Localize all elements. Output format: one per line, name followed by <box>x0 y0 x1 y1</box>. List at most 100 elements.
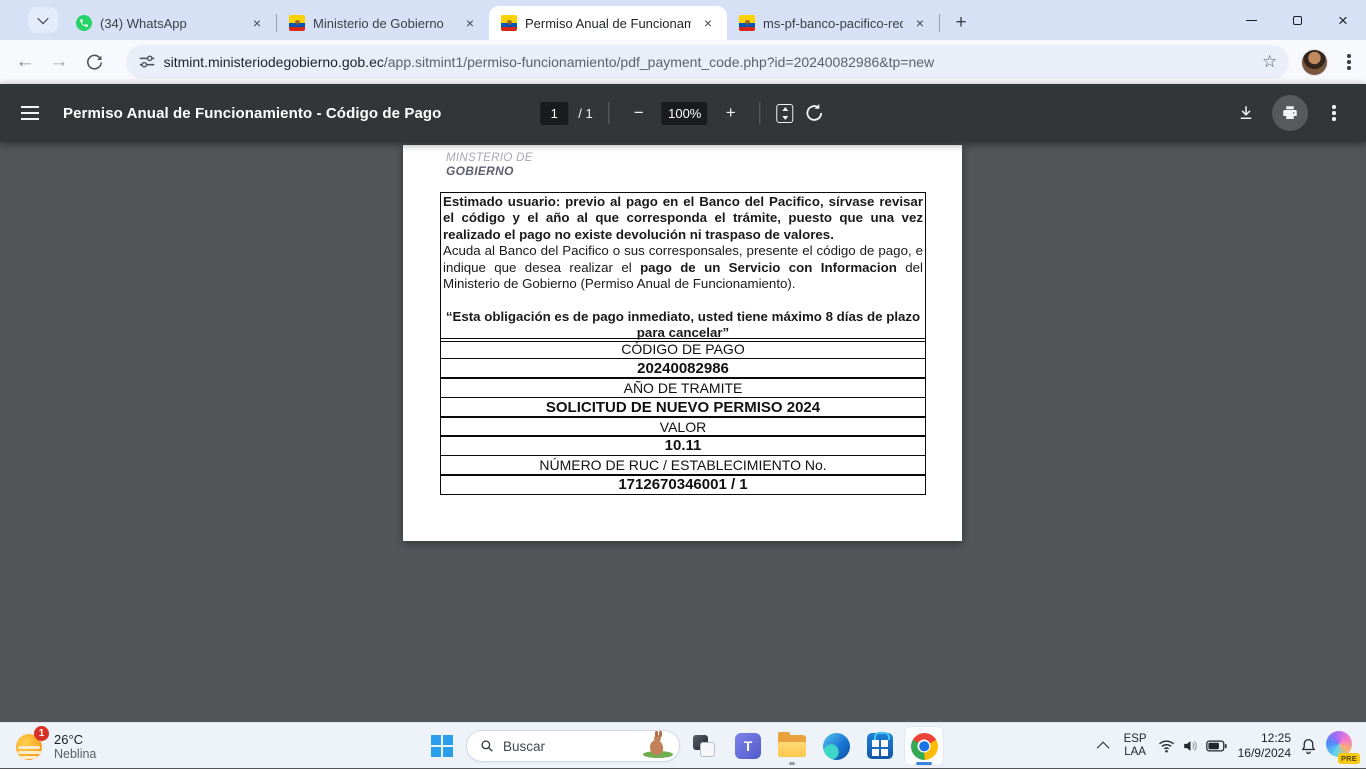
tray-date: 16/9/2024 <box>1238 746 1291 761</box>
profile-avatar[interactable] <box>1301 49 1328 76</box>
table-row-value: 1712670346001 / 1 <box>440 474 926 495</box>
url-path: /app.sitmint1/permiso-funcionamiento/pdf… <box>384 54 934 70</box>
close-window-button[interactable]: × <box>1320 0 1366 40</box>
tab-title: Permiso Anual de Funcionamie <box>525 16 691 31</box>
table-row-value: 10.11 <box>440 435 926 456</box>
browser-menu-button[interactable] <box>1332 45 1366 79</box>
address-bar[interactable]: sitmint.ministeriodegobierno.gob.ec/app.… <box>126 45 1290 79</box>
file-explorer-button[interactable] <box>772 726 812 766</box>
tabs-container: (34) WhatsApp × Ministerio de Gobierno ×… <box>64 6 976 40</box>
zoom-out-button[interactable]: − <box>626 100 652 126</box>
notice-bold-paragraph: Estimado usuario: previo al pago en el B… <box>443 194 923 243</box>
back-button[interactable]: ← <box>8 45 42 79</box>
task-view-button[interactable] <box>684 726 724 766</box>
search-placeholder: Buscar <box>503 739 632 754</box>
ecuador-flag-icon <box>739 15 755 31</box>
volume-icon <box>1182 739 1199 753</box>
taskbar-search-box[interactable]: Buscar <box>466 730 680 762</box>
close-icon: × <box>1338 12 1348 29</box>
fit-to-page-button[interactable] <box>777 104 794 123</box>
tab-title: Ministerio de Gobierno <box>313 16 453 31</box>
notifications-bell-icon[interactable] <box>1300 737 1317 755</box>
pdf-page-controls: 1 / 1 − 100% + <box>540 84 825 142</box>
pdf-viewer-area[interactable]: MINSTERIO DE GOBIERNO Estimado usuario: … <box>0 142 1366 722</box>
tab-ministerio[interactable]: Ministerio de Gobierno × <box>277 6 489 40</box>
rotate-button[interactable] <box>804 102 826 124</box>
restore-button[interactable] <box>1274 0 1320 40</box>
url-domain: sitmint.ministeriodegobierno.gob.ec <box>164 54 384 70</box>
print-icon <box>1281 104 1299 122</box>
divider <box>760 102 761 124</box>
zoom-level-input[interactable]: 100% <box>662 102 708 125</box>
close-icon[interactable]: × <box>461 14 479 32</box>
teams-icon: T <box>735 733 761 759</box>
weather-widget[interactable]: 1 26°C Neblina <box>8 723 104 769</box>
system-tray: ESP LAA 12:25 16/9/2024 PRE <box>1094 723 1360 769</box>
microsoft-store-button[interactable] <box>860 726 900 766</box>
copilot-pre-badge: PRE <box>1338 753 1360 764</box>
notification-badge: 1 <box>34 726 49 741</box>
tray-overflow-chevron[interactable] <box>1096 741 1109 754</box>
tab-banco-pacifico[interactable]: ms-pf-banco-pacifico-redes-tbl × <box>727 6 939 40</box>
battery-icon <box>1206 740 1227 752</box>
payment-table: CÓDIGO DE PAGO 20240082986 AÑO DE TRAMIT… <box>440 340 926 495</box>
pdf-page: MINSTERIO DE GOBIERNO Estimado usuario: … <box>403 145 962 541</box>
tab-whatsapp[interactable]: (34) WhatsApp × <box>64 6 276 40</box>
windows-taskbar: 1 26°C Neblina Buscar T <box>0 722 1366 768</box>
download-button[interactable] <box>1228 95 1264 131</box>
chrome-icon <box>911 733 938 760</box>
edge-button[interactable] <box>816 726 856 766</box>
reload-button[interactable] <box>78 45 112 79</box>
clock-widget[interactable]: 12:25 16/9/2024 <box>1238 731 1291 761</box>
new-tab-button[interactable]: + <box>946 8 976 38</box>
pdf-document-title: Permiso Anual de Funcionamiento - Código… <box>63 105 441 122</box>
zoom-in-button[interactable]: + <box>718 100 744 126</box>
table-row-label: NÚMERO DE RUC / ESTABLECIMIENTO No. <box>440 455 926 476</box>
tab-search-button[interactable] <box>28 7 58 33</box>
page-number-input[interactable]: 1 <box>540 102 568 125</box>
pdf-menu-button[interactable] <box>21 96 55 130</box>
forward-button[interactable]: → <box>42 45 76 79</box>
deadline-quote-line1: “Esta obligación es de pago inmediato, u… <box>443 309 923 325</box>
spacer <box>443 292 923 308</box>
payment-notice-box: Estimado usuario: previo al pago en el B… <box>440 192 926 342</box>
taskbar-center: Buscar T <box>422 726 944 766</box>
tray-time: 12:25 <box>1238 731 1291 746</box>
pdf-more-options-button[interactable] <box>1316 95 1352 131</box>
table-row-label: AÑO DE TRAMITE <box>440 377 926 398</box>
minimize-icon <box>1246 20 1257 21</box>
folder-icon <box>778 735 806 757</box>
bookmark-star-icon[interactable]: ☆ <box>1262 52 1277 72</box>
ecuador-flag-icon <box>501 15 517 31</box>
ecuador-flag-icon <box>289 15 305 31</box>
table-row-value: 20240082986 <box>440 358 926 379</box>
store-icon <box>867 733 893 759</box>
tab-permiso-active[interactable]: Permiso Anual de Funcionamie × <box>489 6 727 40</box>
tab-separator <box>939 14 940 32</box>
ministerio-logo: MINSTERIO DE GOBIERNO <box>446 152 533 179</box>
running-indicator <box>789 762 795 765</box>
chrome-button[interactable] <box>904 726 944 766</box>
active-app-indicator <box>916 762 932 765</box>
copilot-button[interactable]: PRE <box>1326 731 1356 761</box>
search-highlight-kangaroo-icon <box>641 733 675 759</box>
pdf-toolbar: Permiso Anual de Funcionamiento - Código… <box>0 84 1366 142</box>
download-icon <box>1237 104 1255 122</box>
quick-settings-button[interactable] <box>1156 739 1229 753</box>
pdf-action-buttons <box>1228 84 1352 142</box>
site-settings-icon[interactable] <box>138 53 156 71</box>
print-button[interactable] <box>1272 95 1308 131</box>
close-icon[interactable]: × <box>911 14 929 32</box>
window-controls: × <box>1228 0 1366 40</box>
table-row-label: VALOR <box>440 416 926 437</box>
close-icon[interactable]: × <box>248 14 266 32</box>
language-indicator[interactable]: ESP LAA <box>1124 733 1147 759</box>
teams-button[interactable]: T <box>728 726 768 766</box>
browser-toolbar: ← → sitmint.ministeriodegobierno.gob.ec/… <box>0 40 1366 84</box>
kebab-menu-icon <box>1332 111 1336 115</box>
minimize-button[interactable] <box>1228 0 1274 40</box>
tab-title: (34) WhatsApp <box>100 16 240 31</box>
edge-icon <box>823 733 850 760</box>
close-icon[interactable]: × <box>699 14 717 32</box>
start-button[interactable] <box>422 726 462 766</box>
